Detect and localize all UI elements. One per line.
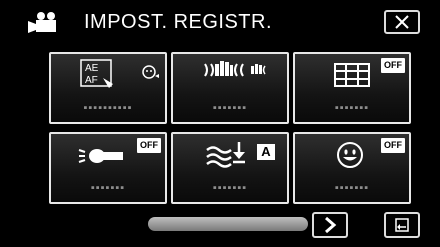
- next-page-button[interactable]: [312, 212, 348, 238]
- svg-text:AF: AF: [85, 75, 98, 86]
- tile-smile-shot[interactable]: OFF ▪▪▪▪▪▪▪: [293, 132, 411, 204]
- close-icon: [395, 15, 409, 29]
- chevron-right-icon: [325, 216, 337, 234]
- return-icon: [395, 218, 409, 232]
- tile-label: ▪▪▪▪▪▪▪: [212, 182, 248, 194]
- status-badge: OFF: [381, 138, 405, 153]
- header-bar: IMPOST. REGISTR.: [0, 0, 440, 44]
- status-badge: OFF: [381, 58, 405, 73]
- tile-wind-cut[interactable]: A ▪▪▪▪▪▪▪: [171, 132, 289, 204]
- video-camera-icon: [28, 12, 56, 33]
- status-badge: OFF: [137, 138, 161, 153]
- image-stabilizer-icon: [204, 61, 266, 77]
- scrollbar[interactable]: [148, 217, 308, 231]
- tile-grid[interactable]: OFF ▪▪▪▪▪▪▪: [293, 52, 411, 124]
- tile-label: ▪▪▪▪▪▪▪: [212, 102, 248, 114]
- tile-zoom-mic[interactable]: OFF ▪▪▪▪▪▪▪: [49, 132, 167, 204]
- page-title: IMPOST. REGISTR.: [84, 11, 273, 33]
- close-button[interactable]: [384, 10, 420, 34]
- tile-label: ▪▪▪▪▪▪▪: [334, 102, 370, 114]
- tile-touch-ae-af[interactable]: AE AF ▪▪▪▪▪▪▪▪▪▪: [49, 52, 167, 124]
- tile-image-stabilizer[interactable]: ▪▪▪▪▪▪▪: [171, 52, 289, 124]
- ae-af-touch-icon: AE AF: [80, 59, 159, 88]
- tile-label: ▪▪▪▪▪▪▪▪▪▪: [83, 102, 133, 114]
- tile-label: ▪▪▪▪▪▪▪: [90, 182, 126, 194]
- svg-text:AE: AE: [85, 63, 99, 74]
- status-badge: A: [257, 144, 275, 160]
- settings-grid: AE AF ▪▪▪▪▪▪▪▪▪▪ ▪▪▪▪▪▪▪ OFF ▪▪▪▪▪▪▪ OFF…: [49, 52, 419, 232]
- return-button[interactable]: [384, 212, 420, 238]
- tile-label: ▪▪▪▪▪▪▪: [334, 182, 370, 194]
